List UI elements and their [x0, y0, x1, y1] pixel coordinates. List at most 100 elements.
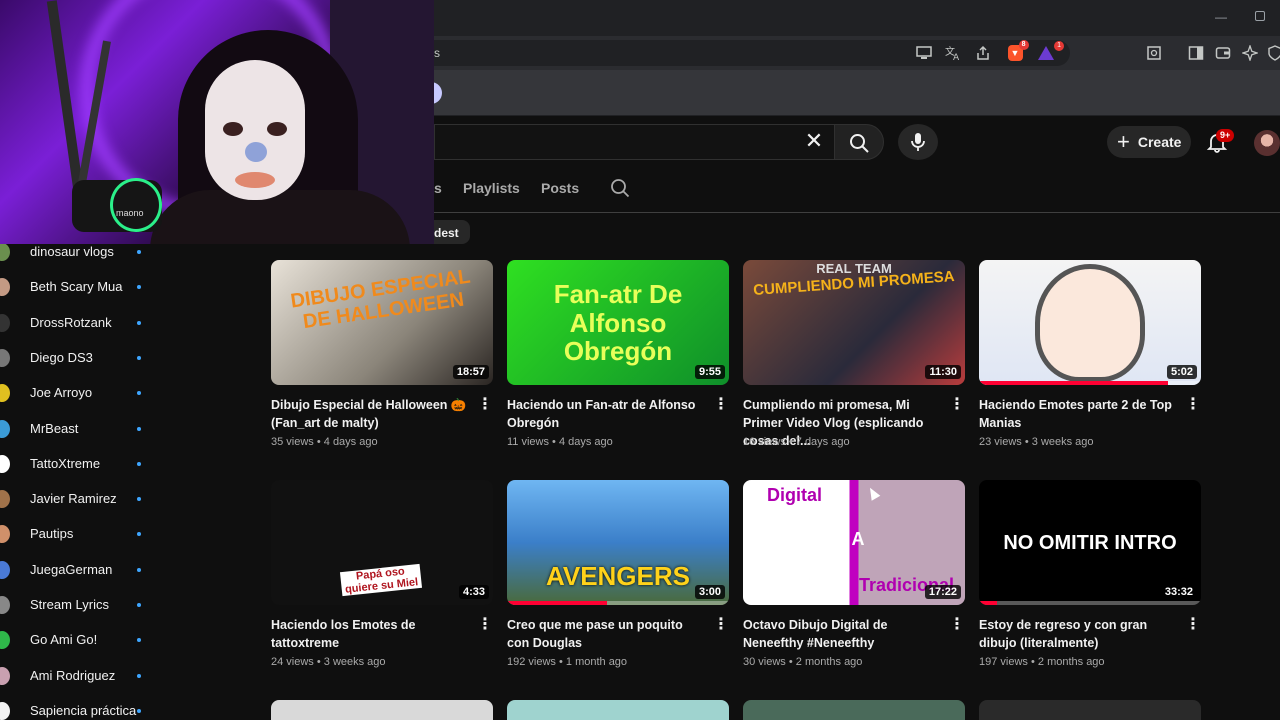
clear-search-icon[interactable]: ✕ — [800, 130, 828, 154]
video-thumbnail[interactable]: NO OMITIR INTRO 33:32 — [979, 480, 1201, 605]
sidebar-subscription-item[interactable]: MrBeast — [0, 415, 160, 450]
video-thumbnail[interactable]: Papá oso quiere su Miel 4:33 — [271, 480, 493, 605]
mic-brand-label: maono — [116, 208, 144, 218]
vpn-icon[interactable] — [1266, 44, 1280, 62]
sidebar-subscription-item[interactable]: Sapiencia práctica — [0, 697, 160, 720]
more-actions-icon[interactable]: ⋮ — [949, 397, 965, 416]
more-actions-icon[interactable]: ⋮ — [477, 397, 493, 416]
wallet-icon[interactable] — [1214, 44, 1232, 62]
more-actions-icon[interactable]: ⋮ — [1185, 617, 1201, 636]
video-duration-badge: 4:33 — [458, 585, 489, 599]
channel-avatar — [0, 454, 10, 473]
sidebar-subscription-item[interactable]: Joe Arroyo — [0, 379, 160, 414]
channel-avatar — [0, 560, 10, 579]
video-title[interactable]: Octavo Dibujo Digital de Neneefthy #Nene… — [743, 616, 939, 652]
more-actions-icon[interactable]: ⋮ — [477, 617, 493, 636]
user-avatar[interactable] — [1254, 130, 1280, 156]
more-actions-icon[interactable]: ⋮ — [713, 397, 729, 416]
video-thumbnail[interactable]: 5:02 — [979, 260, 1201, 385]
eye — [267, 122, 287, 136]
channel-name: Stream Lyrics — [30, 597, 109, 612]
sidebar-subscription-item[interactable]: Pautips — [0, 520, 160, 555]
video-title[interactable]: Estoy de regreso y con gran dibujo (lite… — [979, 616, 1175, 652]
video-thumbnail[interactable]: A Digital Tradicional 17:22 — [743, 480, 965, 605]
channel-avatar — [0, 490, 10, 509]
new-content-dot — [137, 250, 141, 254]
video-metadata: 11 views • 4 days ago — [507, 436, 613, 448]
video-thumbnail[interactable]: Fan-atr De Alfonso Obregón 9:55 — [507, 260, 729, 385]
microphone-icon — [911, 133, 925, 151]
mic-arm — [46, 0, 84, 190]
sidebar-subscription-item[interactable]: JuegaGerman — [0, 556, 160, 591]
more-actions-icon[interactable]: ⋮ — [949, 617, 965, 636]
sidebar-subscription-item[interactable]: Diego DS3 — [0, 344, 160, 379]
voice-search-button[interactable] — [898, 124, 938, 160]
video-title[interactable]: Haciendo los Emotes de tattoxtreme — [271, 616, 467, 652]
leo-ai-icon[interactable] — [1241, 44, 1259, 62]
sidebar-subscription-item[interactable]: DrossRotzank — [0, 309, 160, 344]
channel-name: Diego DS3 — [30, 349, 93, 365]
eye — [223, 122, 243, 136]
address-bar[interactable]: s — [420, 40, 1070, 66]
video-duration-badge: 3:00 — [694, 585, 725, 599]
maximize-icon[interactable] — [1255, 11, 1265, 21]
channel-name: DrossRotzank — [30, 314, 112, 330]
sidebar-subscription-item[interactable]: Javier Ramirez — [0, 485, 160, 520]
more-actions-icon[interactable]: ⋮ — [713, 617, 729, 636]
tab-posts[interactable]: Posts — [541, 180, 579, 196]
sidebar-icon[interactable] — [1187, 44, 1205, 62]
cast-icon[interactable] — [915, 44, 933, 62]
thumbnail-title-text: NO OMITIR INTRO — [1003, 532, 1177, 554]
tab-playlists[interactable]: Playlists — [463, 180, 520, 196]
video-thumbnail[interactable]: REAL TEAM CUMPLIENDO MI PROMESA 11:30 — [743, 260, 965, 385]
sidebar-subscription-item[interactable]: Beth Scary Mua — [0, 273, 160, 308]
screenshot-icon[interactable] — [1145, 44, 1163, 62]
video-thumbnail-partial[interactable] — [743, 700, 965, 720]
channel-avatar — [0, 243, 10, 261]
channel-avatar — [0, 348, 10, 367]
more-actions-icon[interactable]: ⋮ — [1185, 397, 1201, 416]
svg-text:A: A — [953, 53, 960, 61]
search-input[interactable] — [434, 124, 834, 160]
create-button[interactable]: + Create — [1107, 126, 1191, 158]
video-title[interactable]: Creo que me pase un poquito con Douglas — [507, 616, 703, 652]
video-views: 24 views — [271, 656, 314, 668]
brave-shields-icon[interactable]: ▼ 8 — [1006, 40, 1029, 62]
translate-icon[interactable]: 文A — [944, 44, 962, 62]
subscriptions-sidebar: dinosaur vlogs Beth Scary Mua DrossRotzank… — [0, 238, 160, 720]
video-thumbnail[interactable]: AVENGERS 3:00 — [507, 480, 729, 605]
channel-name: TattoXtreme — [30, 455, 101, 471]
channel-avatar — [0, 701, 10, 720]
channel-name: JuegaGerman — [30, 561, 113, 577]
video-title[interactable]: Dibujo Especial de Halloween 🎃 (Fan_art … — [271, 396, 467, 432]
channel-name: Go Ami Go! — [30, 632, 98, 648]
search-button[interactable] — [834, 124, 884, 160]
shields-count: 8 — [1018, 40, 1029, 50]
minimize-icon[interactable]: — — [1215, 10, 1227, 24]
channel-name: Javier Ramirez — [30, 491, 117, 507]
video-duration-badge: 18:57 — [452, 365, 489, 379]
video-thumbnail[interactable]: DIBUJO ESPECIAL DE HALLOWEEN 18:57 — [271, 260, 493, 385]
sidebar-subscription-item[interactable]: Ami Rodriguez — [0, 662, 160, 697]
url-text[interactable]: s — [434, 46, 440, 60]
video-views: 30 views — [743, 656, 786, 668]
video-title[interactable]: Haciendo un Fan-atr de Alfonso Obregón — [507, 396, 703, 432]
video-thumbnail-partial[interactable] — [979, 700, 1201, 720]
share-icon[interactable] — [974, 44, 992, 62]
channel-search-icon[interactable] — [610, 178, 630, 203]
thumbnail-caption: A — [851, 529, 865, 549]
tab-videos[interactable]: s — [434, 180, 442, 196]
video-title[interactable]: Haciendo Emotes parte 2 de Top Manias — [979, 396, 1175, 432]
sidebar-subscription-item[interactable]: Go Ami Go! — [0, 626, 160, 661]
sidebar-subscription-item[interactable]: TattoXtreme — [0, 450, 160, 485]
channel-name: Beth Scary Mua — [30, 279, 123, 295]
brave-rewards-icon[interactable]: 1 — [1037, 41, 1064, 62]
video-age: 3 weeks ago — [323, 656, 386, 668]
video-thumbnail-partial[interactable] — [271, 700, 493, 720]
new-content-dot — [137, 603, 141, 607]
channel-avatar — [0, 278, 10, 297]
thumbnail-title-text: AVENGERS — [546, 561, 690, 591]
watch-progress-bar — [979, 381, 1168, 385]
sidebar-subscription-item[interactable]: Stream Lyrics — [0, 591, 160, 626]
video-thumbnail-partial[interactable] — [507, 700, 729, 720]
